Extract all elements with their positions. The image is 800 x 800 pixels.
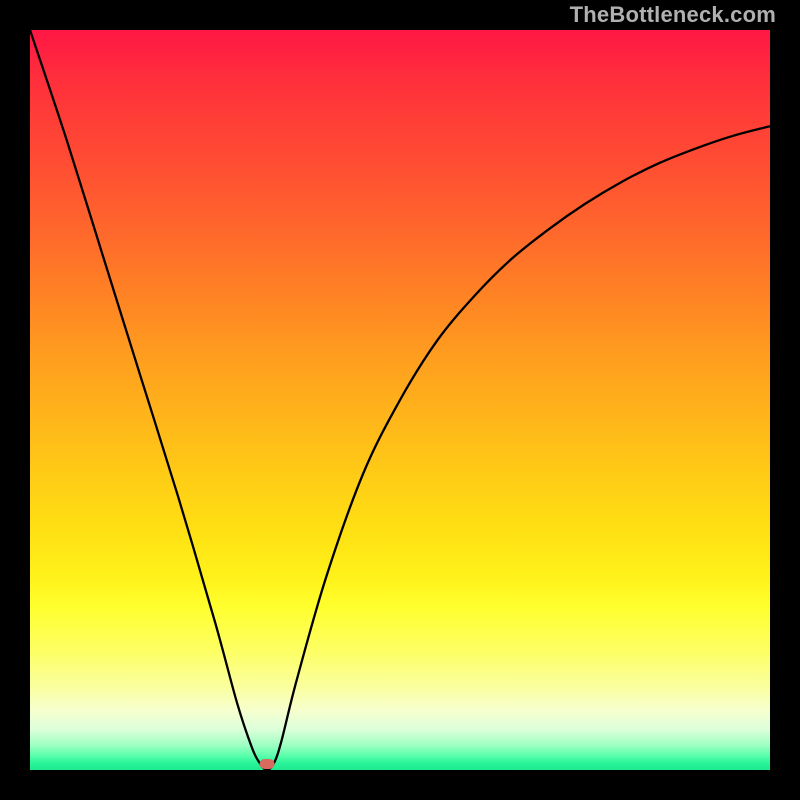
watermark-text: TheBottleneck.com: [570, 0, 776, 30]
chart-frame: TheBottleneck.com: [0, 0, 800, 800]
bottleneck-curve-path: [30, 30, 770, 770]
optimal-point-marker: [259, 759, 274, 769]
plot-area: [30, 30, 770, 770]
curve-svg: [30, 30, 770, 770]
